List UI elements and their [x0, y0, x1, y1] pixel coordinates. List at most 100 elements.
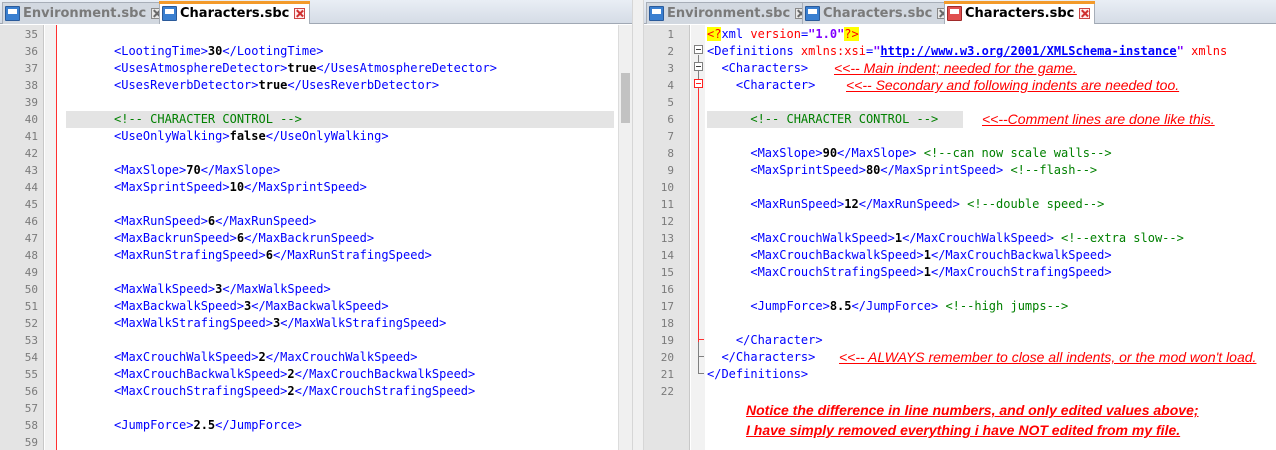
- code-line[interactable]: <UsesReverbDetector>true</UsesReverbDete…: [114, 77, 439, 94]
- annotation-notice-line-2: I have simply removed everything i have …: [746, 422, 1181, 438]
- code-line[interactable]: <!-- CHARACTER CONTROL -->: [114, 111, 302, 128]
- code-token-tag: </JumpForce>: [215, 418, 302, 432]
- code-token-tag: </MaxRunStrafingSpeed>: [272, 248, 432, 262]
- code-token-tag: <MaxRunSpeed>: [707, 197, 845, 211]
- close-tab-icon[interactable]: [1079, 7, 1091, 19]
- line-number: 3: [667, 62, 674, 75]
- line-number: 19: [660, 334, 674, 347]
- code-token-tag: <MaxBackrunSpeed>: [114, 231, 237, 245]
- code-token-url: http://www.w3.org/2001/XMLSchema-instanc…: [880, 44, 1177, 58]
- tab-environment-sbc[interactable]: Environment.sbc: [646, 2, 812, 24]
- vertical-scrollbar[interactable]: [618, 25, 632, 450]
- line-number: 52: [24, 317, 38, 330]
- code-token-tag: </MaxCrouchWalkSpeed>: [902, 231, 1054, 245]
- code-line[interactable]: <MaxCrouchBackwalkSpeed>1</MaxCrouchBack…: [707, 247, 1111, 264]
- fold-toggle-icon[interactable]: [694, 62, 703, 71]
- code-line[interactable]: <MaxSlope>70</MaxSlope>: [114, 162, 280, 179]
- code-line[interactable]: <MaxSlope>90</MaxSlope> <!--can now scal…: [707, 145, 1111, 162]
- line-number: 46: [24, 215, 38, 228]
- left-tab-bar: Environment.sbc Characters.sbc: [0, 0, 632, 24]
- code-token-comment: <!--high jumps-->: [938, 299, 1069, 313]
- tab-label: Characters.sbc: [180, 5, 290, 21]
- code-token-attr: xmlns:xsi: [800, 44, 866, 58]
- code-token-val: true: [258, 78, 288, 92]
- annotation-close-indents: <<-- ALWAYS remember to close all indent…: [839, 349, 1257, 365]
- pane-splitter[interactable]: [632, 0, 644, 450]
- code-line[interactable]: <Definitions xmlns:xsi="http://www.w3.or…: [707, 43, 1227, 60]
- code-line[interactable]: <?xml version="1.0"?>: [707, 26, 859, 43]
- line-number: 58: [24, 419, 38, 432]
- code-line[interactable]: <MaxSprintSpeed>80</MaxSprintSpeed> <!--…: [707, 162, 1097, 179]
- line-number: 1: [667, 28, 674, 41]
- code-token-tag: </MaxSlope>: [837, 146, 917, 160]
- tab-characters-sbc[interactable]: Characters.sbc: [802, 2, 954, 24]
- code-token-val: 6: [236, 231, 245, 245]
- tab-characters-sbc-modified[interactable]: Characters.sbc: [944, 1, 1096, 24]
- code-line[interactable]: <MaxWalkStrafingSpeed>3</MaxWalkStrafing…: [114, 315, 446, 332]
- code-line[interactable]: <MaxCrouchStrafingSpeed>1</MaxCrouchStra…: [707, 264, 1112, 281]
- line-number: 2: [667, 45, 674, 58]
- code-token-pi: ?>: [844, 27, 859, 41]
- code-line[interactable]: <Character>: [707, 77, 815, 94]
- code-line[interactable]: <JumpForce>8.5</JumpForce> <!--high jump…: [707, 298, 1068, 315]
- code-line[interactable]: <MaxRunSpeed>12</MaxRunSpeed> <!--double…: [707, 196, 1104, 213]
- line-number: 55: [24, 368, 38, 381]
- code-token-tag: </MaxSprintSpeed>: [880, 163, 1004, 177]
- code-line[interactable]: <LootingTime>30</LootingTime>: [114, 43, 324, 60]
- code-token-val: 6: [265, 248, 273, 262]
- code-token-tag: </Character>: [707, 333, 823, 347]
- code-token-val: 1: [894, 231, 903, 245]
- code-token-tag: <MaxCrouchBackwalkSpeed>: [707, 248, 924, 262]
- file-saved-icon: [649, 6, 664, 21]
- code-token-tag: </MaxCrouchWalkSpeed>: [265, 350, 418, 364]
- code-line[interactable]: <MaxWalkSpeed>3</MaxWalkSpeed>: [114, 281, 331, 298]
- code-line[interactable]: <MaxRunStrafingSpeed>6</MaxRunStrafingSp…: [114, 247, 432, 264]
- code-line[interactable]: </Character>: [707, 332, 823, 349]
- code-line[interactable]: <MaxSprintSpeed>10</MaxSprintSpeed>: [114, 179, 367, 196]
- code-line[interactable]: <MaxBackwalkSpeed>3</MaxBackwalkSpeed>: [114, 298, 389, 315]
- code-token-tag: <MaxRunStrafingSpeed>: [114, 248, 266, 262]
- code-line[interactable]: <MaxCrouchStrafingSpeed>2</MaxCrouchStra…: [114, 383, 475, 400]
- code-line[interactable]: <JumpForce>2.5</JumpForce>: [114, 417, 302, 434]
- annotation-main-indent: <<-- Main indent; needed for the game.: [834, 60, 1077, 76]
- code-token-tag: </MaxSprintSpeed>: [244, 180, 367, 194]
- fold-toggle-icon[interactable]: [694, 45, 703, 54]
- code-token-tag: <JumpForce>: [707, 299, 830, 313]
- code-token-comment: <!--flash-->: [1003, 163, 1098, 177]
- tab-environment-sbc[interactable]: Environment.sbc: [2, 2, 168, 24]
- code-line[interactable]: <MaxRunSpeed>6</MaxRunSpeed>: [114, 213, 316, 230]
- line-number: 6: [667, 113, 674, 126]
- code-token-comment: <!-- CHARACTER CONTROL -->: [114, 112, 302, 126]
- code-line[interactable]: <MaxCrouchBackwalkSpeed>2</MaxCrouchBack…: [114, 366, 475, 383]
- right-code-editor[interactable]: 1 <?xml version="1.0"?> 2 <Definitions xmln…: [644, 25, 1276, 450]
- code-token-comment: <!--double speed-->: [959, 197, 1105, 211]
- code-token-tag: </UsesAtmosphereDetector>: [316, 61, 497, 75]
- code-line[interactable]: <UsesAtmosphereDetector>true</UsesAtmosp…: [114, 60, 497, 77]
- code-token-val: 2: [287, 384, 295, 398]
- code-line[interactable]: <MaxCrouchWalkSpeed>2</MaxCrouchWalkSpee…: [114, 349, 417, 366]
- code-line[interactable]: <MaxCrouchWalkSpeed>1</MaxCrouchWalkSpee…: [707, 230, 1184, 247]
- left-code-editor[interactable]: 35 36 <LootingTime>30</LootingTime> 37 <Uses…: [0, 25, 632, 450]
- code-line[interactable]: </Definitions>: [707, 366, 808, 383]
- code-token-tag: </MaxCrouchStrafingSpeed>: [930, 265, 1112, 279]
- code-token-tag: <LootingTime>: [114, 44, 208, 58]
- code-line[interactable]: <Characters>: [707, 60, 808, 77]
- code-line[interactable]: <UseOnlyWalking>false</UseOnlyWalking>: [114, 128, 389, 145]
- code-line[interactable]: </Characters>: [707, 349, 815, 366]
- line-number: 59: [24, 436, 38, 449]
- code-token-tag: </Characters>: [707, 350, 816, 364]
- code-token-tag: <MaxSprintSpeed>: [707, 163, 866, 177]
- code-token-tag: <MaxCrouchWalkSpeed>: [707, 231, 895, 245]
- line-number: 20: [660, 351, 674, 364]
- code-line[interactable]: <MaxBackrunSpeed>6</MaxBackrunSpeed>: [114, 230, 374, 247]
- code-token-tag: </Definitions>: [707, 367, 809, 381]
- scrollbar-thumb[interactable]: [621, 73, 630, 123]
- tab-characters-sbc[interactable]: Characters.sbc: [159, 1, 311, 24]
- code-token-tag: <MaxCrouchWalkSpeed>: [114, 350, 259, 364]
- line-number: 41: [24, 130, 38, 143]
- close-tab-icon[interactable]: [294, 7, 306, 19]
- fold-toggle-icon[interactable]: [694, 79, 703, 88]
- code-line[interactable]: <!-- CHARACTER CONTROL -->: [707, 111, 938, 128]
- file-unsaved-icon: [947, 5, 962, 21]
- code-token-tag: <UseOnlyWalking>: [114, 129, 230, 143]
